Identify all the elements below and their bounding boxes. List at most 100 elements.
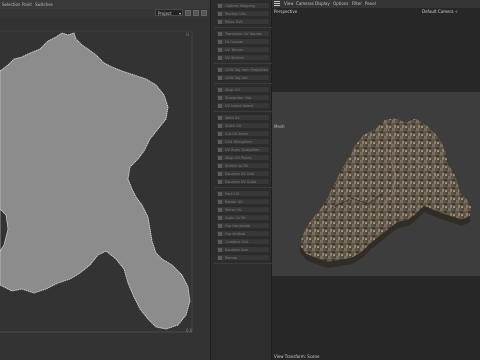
menu-filter[interactable]: Filter	[352, 0, 362, 8]
tool-label: Combine UVs	[225, 240, 249, 244]
tool-icon	[218, 56, 222, 60]
tool-icon	[218, 124, 222, 128]
uv-canvas[interactable]: U 0.0	[0, 19, 210, 360]
tool-item[interactable]: Pack UV	[216, 190, 270, 197]
tool-icon	[218, 68, 222, 72]
tool-icon	[218, 148, 222, 152]
tool-label: UV Ruler Straighten	[225, 148, 260, 152]
tool-label: Relax UVs	[225, 20, 243, 24]
tool-item[interactable]: Straighten UVs	[216, 94, 270, 101]
tool-label: Equalize Size	[225, 248, 249, 252]
menu-options[interactable]: Options	[333, 0, 348, 8]
tool-separator	[214, 63, 272, 64]
tool-item[interactable]: Flip Vertical	[216, 230, 270, 237]
menu-display[interactable]: Display	[315, 0, 330, 8]
tool-label: Scale UV Fit	[225, 216, 246, 220]
tool-label: Pack UV	[225, 192, 240, 196]
menu-selection[interactable]: Selection	[2, 0, 20, 9]
tool-label: Weld UV	[225, 116, 240, 120]
tool-icon	[218, 104, 222, 108]
tool-item[interactable]: Realign UVs	[216, 10, 270, 17]
tool-item[interactable]: Relax UVs	[216, 18, 270, 25]
tool-item[interactable]: UV Stretch	[216, 54, 270, 61]
tool-icon	[218, 192, 222, 196]
tool-icon	[218, 164, 222, 168]
tool-item[interactable]: UV Ruler Straighten	[216, 146, 270, 153]
tool-item[interactable]: UVW Tag from Projection	[216, 66, 270, 73]
tool-separator	[214, 187, 272, 188]
tool-icon	[218, 216, 222, 220]
uv-island-shape[interactable]	[0, 32, 191, 330]
uv-view-icon[interactable]	[201, 10, 207, 16]
tool-label: UV Island Select	[225, 104, 254, 108]
tool-item[interactable]: Mirror UV	[216, 206, 270, 213]
menu-switches[interactable]: Switches	[35, 0, 53, 9]
tool-item[interactable]: Weld UV	[216, 114, 270, 121]
tool-label: Rotate UV	[225, 200, 243, 204]
tool-icon	[218, 88, 222, 92]
tool-item[interactable]: Equalize UV Grid	[216, 170, 270, 177]
tool-label: Mirror UV	[225, 208, 242, 212]
tool-label: Equalize UV Scale	[225, 180, 257, 184]
tool-item[interactable]: Combine UVs	[216, 238, 270, 245]
tool-label: UV Terrain	[225, 48, 243, 52]
tool-label: Stitch UV	[225, 124, 242, 128]
tool-item[interactable]: Equalize UV Scale	[216, 178, 270, 185]
tool-icon	[218, 76, 222, 80]
tool-icon	[218, 48, 222, 52]
tool-icon	[218, 116, 222, 120]
tool-label: Straighten UVs	[225, 96, 252, 100]
viewport-canvas[interactable]: Perspective Default Camera ⊹ Mesh View T…	[272, 8, 480, 360]
tool-item[interactable]: Flip Horizontal	[216, 222, 270, 229]
uv-mode-icon[interactable]	[185, 10, 191, 16]
tool-label: Grid Straighten	[225, 140, 252, 144]
tool-item[interactable]: Align UV	[216, 86, 270, 93]
tool-item[interactable]: Remap	[216, 254, 270, 261]
tool-icon	[218, 20, 222, 24]
tool-item[interactable]: Transform UV Islands	[216, 30, 270, 37]
tool-label: Transform UV Islands	[225, 32, 262, 36]
uv-tools-panel: Optimal Mapping Realign UVs Relax UVs Trans…	[210, 0, 272, 360]
hamburger-menu-icon[interactable]	[274, 1, 280, 7]
tool-item[interactable]: Cut UV Seam	[216, 130, 270, 137]
tool-icon	[218, 240, 222, 244]
tool-item[interactable]: Stitch UV	[216, 122, 270, 129]
tool-item[interactable]: Optimal Mapping	[216, 2, 270, 9]
tool-item[interactable]: Rotate UV	[216, 198, 270, 205]
tool-label: Align UV	[225, 88, 240, 92]
menu-cameras[interactable]: Cameras	[296, 0, 314, 8]
tool-item[interactable]: Scale UV Fit	[216, 214, 270, 221]
tool-icon	[218, 172, 222, 176]
menu-view[interactable]: View	[284, 0, 294, 8]
tool-label: Remap	[225, 256, 238, 260]
tool-icon	[218, 224, 222, 228]
menu-paint[interactable]: Paint	[22, 0, 32, 9]
tool-item[interactable]: UVW Tag Set	[216, 74, 270, 81]
tool-label: Optimal Mapping	[225, 4, 255, 8]
chevron-down-icon: ▾	[178, 11, 181, 16]
tool-icon	[218, 248, 222, 252]
tool-icon	[218, 96, 222, 100]
tool-icon	[218, 256, 222, 260]
tool-item[interactable]: UV Island Select	[216, 102, 270, 109]
uv-editor-panel: Selection Paint Switches Project ▾ U 0.0	[0, 0, 210, 360]
project-select-label: Project	[158, 11, 172, 16]
tool-icon	[218, 4, 222, 8]
tool-item[interactable]: Align UV Points	[216, 154, 270, 161]
tool-icon	[218, 208, 222, 212]
uv-settings-icon[interactable]	[193, 10, 199, 16]
tool-item[interactable]: Stretch to Fill	[216, 162, 270, 169]
menu-panel[interactable]: Panel	[365, 0, 376, 8]
tool-item[interactable]: Equalize Size	[216, 246, 270, 253]
viewport-panel: View Cameras Display Options Filter Pane…	[272, 0, 480, 360]
tool-item[interactable]: UV Terrain	[216, 46, 270, 53]
project-select[interactable]: Project ▾	[155, 9, 183, 16]
tool-icon	[218, 232, 222, 236]
tool-item[interactable]: Fit Canvas	[216, 38, 270, 45]
tool-label: Flip Vertical	[225, 232, 246, 236]
tool-item[interactable]: Grid Straighten	[216, 138, 270, 145]
terrain-mesh[interactable]	[272, 8, 480, 360]
tool-label: Flip Horizontal	[225, 224, 251, 228]
tool-icon	[218, 140, 222, 144]
tool-separator	[214, 111, 272, 112]
